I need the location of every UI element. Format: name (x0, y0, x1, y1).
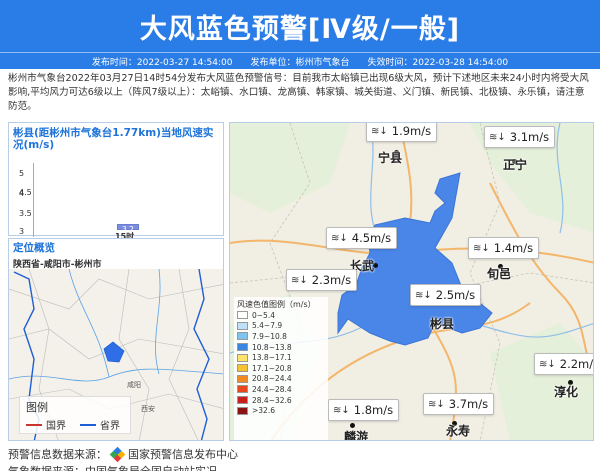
wind-color-legend: 风速色值图例（m/s） 0~5.4 5.4~7.9 7.9~10.8 10.8~13.… (234, 297, 328, 440)
blue-line-icon (80, 423, 96, 426)
wind-color-legend-label: 10.8~13.8 (252, 342, 292, 352)
place-chunhua: 淳化 (554, 385, 579, 399)
color-swatch (237, 353, 248, 362)
wind-color-legend-row: 17.1~20.8 (237, 363, 325, 374)
place-zhengning: 正宁 (503, 158, 528, 172)
legend-item-province-border: 省界 (80, 417, 120, 432)
wind-station-tag[interactable]: ≋↓ 2.3m/s (286, 269, 358, 291)
wind-station-tag[interactable]: ≋↓ 3.1m/s (484, 126, 556, 148)
alert-center-link[interactable]: 国家预警信息发布中心 (128, 446, 238, 462)
wind-color-legend-row: 13.8~17.1 (237, 352, 325, 363)
warning-description: 彬州市气象台2022年03月27日14时54分发布大风蓝色预警信号：目前我市太峪… (8, 73, 589, 112)
wind-color-legend-title: 风速色值图例（m/s） (237, 300, 316, 309)
wind-color-legend-row: 10.8~13.8 (237, 342, 325, 353)
color-swatch (237, 396, 248, 405)
wind-speed-panel: 彬县(距彬州市气象台1.77km)当地风速实况(m/s) 5 4.5 4 3.5… (8, 122, 224, 241)
legend-title: 图例 (26, 401, 48, 414)
color-swatch (237, 374, 248, 383)
place-binxian: 彬县 (430, 317, 455, 331)
wind-color-legend-row: 7.9~10.8 (237, 331, 325, 342)
red-line-icon (26, 423, 42, 426)
wind-color-legend-label: 0~5.4 (252, 310, 275, 320)
y-tick: 3.5 (19, 209, 32, 218)
wind-color-legend-label: 13.8~17.1 (252, 353, 292, 363)
wind-station-tag[interactable]: ≋↓ 1.8m/s (328, 399, 400, 421)
wind-station-tag[interactable]: ≋↓ 3.7m/s (423, 393, 495, 415)
y-tick: 3 (19, 227, 25, 236)
y-tick: 4 (19, 189, 25, 198)
wind-icon: ≋↓ (291, 274, 308, 286)
color-swatch (237, 364, 248, 373)
wind-icon: ≋↓ (539, 358, 556, 370)
wind-color-legend-label: 5.4~7.9 (252, 321, 283, 331)
legend-item-national-border: 国界 (26, 417, 66, 432)
wind-color-legend-row: 20.8~24.4 (237, 374, 325, 385)
wind-color-legend-row: >32.6 (237, 405, 325, 416)
warning-map[interactable]: 宁县 正宁 长武 旬邑 彬县 淳化 麟游 永寿 ≋↓ 1.9m/s ≋↓ 3.1m/… (229, 122, 594, 441)
wind-station-tag[interactable]: ≋↓ 4.5m/s (326, 227, 398, 249)
wind-icon: ≋↓ (333, 404, 350, 416)
color-swatch (237, 332, 248, 341)
color-swatch (237, 321, 248, 330)
alert-center-logo-icon (109, 446, 126, 462)
map-label: 西安 (141, 404, 155, 413)
color-swatch (237, 385, 248, 394)
wind-color-legend-label: 24.4~28.4 (252, 384, 292, 394)
wind-color-legend-label: 20.8~24.4 (252, 374, 292, 384)
wind-station-tag[interactable]: ≋↓2.2m/s (534, 353, 593, 375)
wind-icon: ≋↓ (371, 125, 388, 137)
wind-station-tag[interactable]: ≋↓ 1.4m/s (468, 237, 540, 259)
location-title: 定位概览 (13, 242, 55, 254)
weather-data-source: 气象数据来源：中国气象局全国自动站实况 (8, 463, 217, 471)
expire-time: 失效时间：2022-03-28 14:54:00 (367, 57, 509, 68)
page-title: 大风蓝色预警[Ⅳ级/一般] (139, 13, 461, 45)
wind-color-legend-label: 7.9~10.8 (252, 331, 287, 341)
wind-color-legend-label: 28.4~32.6 (252, 395, 292, 405)
wind-color-legend-row: 5.4~7.9 (237, 321, 325, 332)
wind-color-legend-label: 17.1~20.8 (252, 363, 292, 373)
wind-icon: ≋↓ (415, 289, 432, 301)
wind-icon: ≋↓ (428, 398, 445, 410)
location-overview-panel: 定位概览 陕西省-咸阳市-彬州市 咸阳 西安 图例 国界 省界 (8, 238, 224, 441)
map-legend: 图例 国界 省界 (19, 396, 131, 434)
color-swatch (237, 406, 248, 415)
place-yongshou: 永寿 (446, 424, 471, 438)
publish-time: 发布时间：2022-03-27 14:54:00 (91, 57, 233, 68)
alert-source: 预警信息数据来源： 国家预警信息发布中心 (8, 446, 238, 462)
wind-station-tag[interactable]: ≋↓ 1.9m/s (366, 123, 438, 142)
wind-color-legend-row: 24.4~28.4 (237, 384, 325, 395)
y-axis (33, 163, 34, 237)
wind-color-legend-row: 28.4~32.6 (237, 395, 325, 406)
wind-icon: ≋↓ (473, 242, 490, 254)
place-xunyi: 旬邑 (487, 267, 512, 281)
place-linyou: 麟游 (344, 430, 369, 441)
wind-chart-title: 彬县(距彬州市气象台1.77km)当地风速实况(m/s) (13, 127, 214, 151)
warning-header: 大风蓝色预警[Ⅳ级/一般] (0, 0, 600, 52)
wind-color-legend-label: >32.6 (252, 406, 275, 416)
wind-color-legend-row: 0~5.4 (237, 310, 325, 321)
y-tick: 5 (19, 169, 25, 178)
wind-icon: ≋↓ (331, 232, 348, 244)
color-swatch (237, 311, 248, 320)
color-swatch (237, 343, 248, 352)
map-label: 咸阳 (127, 380, 141, 389)
warning-meta-bar: 发布时间：2022-03-27 14:54:00 发布单位：彬州市气象台 失效时… (0, 52, 600, 69)
place-ningxian: 宁县 (378, 151, 403, 165)
wind-station-tag[interactable]: ≋↓ 2.5m/s (410, 284, 482, 306)
publisher: 发布单位：彬州市气象台 (250, 57, 350, 68)
wind-icon: ≋↓ (489, 131, 506, 143)
